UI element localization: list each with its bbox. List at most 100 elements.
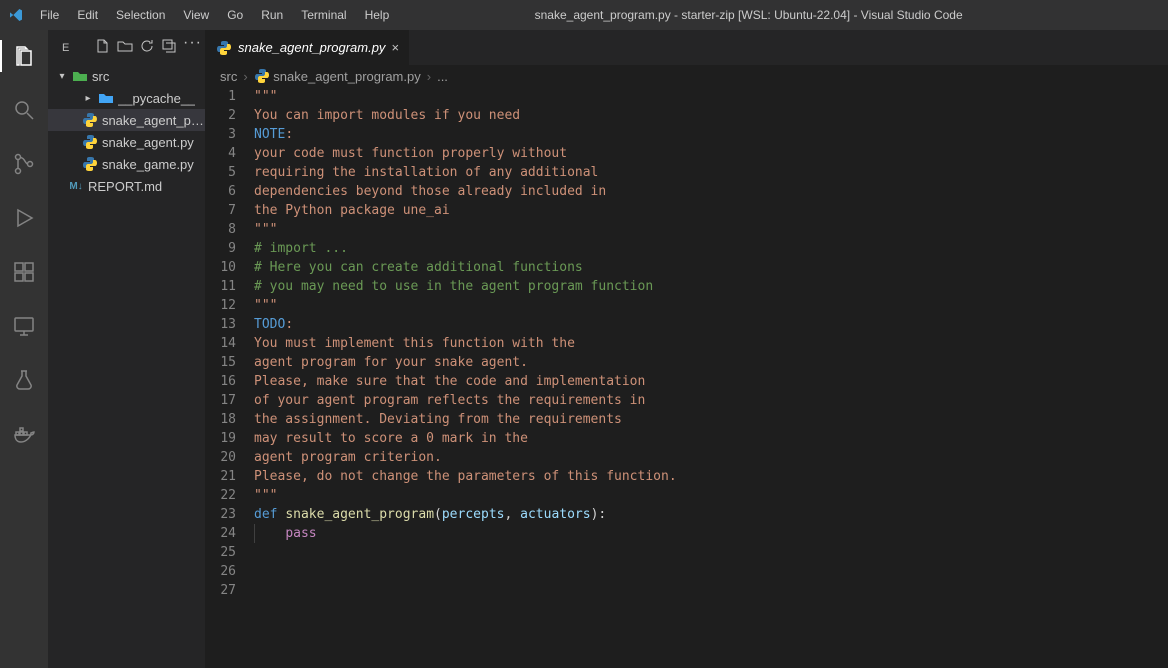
code-line[interactable]: """ [254, 486, 1168, 505]
menu-run[interactable]: Run [253, 4, 291, 26]
code-line[interactable]: Please, make sure that the code and impl… [254, 372, 1168, 391]
menu-view[interactable]: View [175, 4, 217, 26]
code-line[interactable]: the assignment. Deviating from the requi… [254, 410, 1168, 429]
code-line[interactable]: pass [254, 524, 1168, 543]
code-line[interactable]: agent program for your snake agent. [254, 353, 1168, 372]
title-bar: FileEditSelectionViewGoRunTerminalHelp s… [0, 0, 1168, 30]
explorer-sidebar: E ··· ▾ src ▸ __pycache__ snake_agent_pr..… [48, 30, 206, 668]
testing-icon[interactable] [0, 360, 48, 400]
line-number: 14 [206, 334, 236, 353]
menu-terminal[interactable]: Terminal [293, 4, 354, 26]
menu-file[interactable]: File [32, 4, 67, 26]
scm-icon[interactable] [0, 144, 48, 184]
code-line[interactable]: """ [254, 220, 1168, 239]
line-number: 27 [206, 581, 236, 600]
code-line[interactable]: your code must function properly without [254, 144, 1168, 163]
line-number: 1 [206, 87, 236, 106]
tree-file[interactable]: M↓REPORT.md [48, 175, 205, 197]
code-line[interactable]: def snake_agent_program(percepts, actuat… [254, 505, 1168, 524]
tab-label: snake_agent_program.py [238, 40, 385, 55]
close-icon[interactable]: × [391, 40, 399, 55]
activity-bar [0, 30, 48, 668]
search-icon[interactable] [0, 90, 48, 130]
line-number: 9 [206, 239, 236, 258]
breadcrumbs[interactable]: src› snake_agent_program.py›... [206, 65, 1168, 87]
menu-go[interactable]: Go [219, 4, 251, 26]
docker-icon[interactable] [0, 414, 48, 454]
code-line[interactable]: # import ... [254, 239, 1168, 258]
tree-folder-root[interactable]: ▾ src [48, 65, 205, 87]
explorer-icon[interactable] [0, 36, 48, 76]
line-number: 26 [206, 562, 236, 581]
refresh-icon[interactable] [139, 38, 155, 57]
chevron-right-icon: › [243, 69, 247, 84]
line-number: 24 [206, 524, 236, 543]
editor-tab[interactable]: snake_agent_program.py × [206, 30, 410, 65]
line-number: 25 [206, 543, 236, 562]
line-number: 13 [206, 315, 236, 334]
line-number: 21 [206, 467, 236, 486]
line-number: 2 [206, 106, 236, 125]
line-number: 7 [206, 201, 236, 220]
run-icon[interactable] [0, 198, 48, 238]
tree-file[interactable]: snake_game.py [48, 153, 205, 175]
extensions-icon[interactable] [0, 252, 48, 292]
code-line[interactable]: """ [254, 296, 1168, 315]
python-file-icon [216, 40, 232, 56]
collapse-icon[interactable] [161, 38, 177, 57]
window-title: snake_agent_program.py - starter-zip [WS… [397, 8, 1160, 22]
line-number: 22 [206, 486, 236, 505]
code-line[interactable]: Please, do not change the parameters of … [254, 467, 1168, 486]
code-line[interactable]: # Here you can create additional functio… [254, 258, 1168, 277]
menu-edit[interactable]: Edit [69, 4, 106, 26]
menu-help[interactable]: Help [357, 4, 398, 26]
tree-label: src [92, 69, 109, 84]
line-number: 11 [206, 277, 236, 296]
code-line[interactable]: """ [254, 87, 1168, 106]
new-file-icon[interactable] [95, 38, 111, 57]
tree-file[interactable]: snake_agent_pr... [48, 109, 205, 131]
tree-label: snake_agent.py [102, 135, 194, 150]
line-number: 5 [206, 163, 236, 182]
breadcrumb-segment[interactable]: snake_agent_program.py [254, 68, 421, 84]
remote-explorer-icon[interactable] [0, 306, 48, 346]
tree-label: __pycache__ [118, 91, 195, 106]
code-editor[interactable]: 1234567891011121314151617181920212223242… [206, 87, 1168, 668]
code-line[interactable]: # you may need to use in the agent progr… [254, 277, 1168, 296]
explorer-title: E [62, 42, 70, 54]
code-content[interactable]: """You can import modules if you needNOT… [254, 87, 1168, 668]
line-number: 12 [206, 296, 236, 315]
menu-selection[interactable]: Selection [108, 4, 173, 26]
breadcrumb-segment[interactable]: ... [437, 69, 448, 84]
python-file-icon [82, 156, 98, 172]
line-number: 19 [206, 429, 236, 448]
tree-folder[interactable]: ▸ __pycache__ [48, 87, 205, 109]
code-line[interactable]: TODO: [254, 315, 1168, 334]
folder-icon [98, 90, 114, 106]
line-number: 16 [206, 372, 236, 391]
code-line[interactable]: You can import modules if you need [254, 106, 1168, 125]
line-number: 23 [206, 505, 236, 524]
line-number: 17 [206, 391, 236, 410]
chevron-down-icon: ▾ [56, 71, 68, 82]
line-number: 3 [206, 125, 236, 144]
breadcrumb-segment[interactable]: src [220, 69, 237, 84]
tree-file[interactable]: snake_agent.py [48, 131, 205, 153]
line-number: 20 [206, 448, 236, 467]
new-folder-icon[interactable] [117, 38, 133, 57]
code-line[interactable]: NOTE: [254, 125, 1168, 144]
code-line[interactable]: You must implement this function with th… [254, 334, 1168, 353]
line-number-gutter: 1234567891011121314151617181920212223242… [206, 87, 254, 668]
code-line[interactable]: may result to score a 0 mark in the [254, 429, 1168, 448]
more-actions-icon[interactable]: ··· [183, 38, 199, 54]
python-file-icon [82, 112, 98, 128]
chevron-right-icon: ▸ [82, 93, 94, 104]
code-line[interactable]: agent program criterion. [254, 448, 1168, 467]
code-line[interactable]: dependencies beyond those already includ… [254, 182, 1168, 201]
code-line[interactable]: the Python package une_ai [254, 201, 1168, 220]
code-line[interactable]: of your agent program reflects the requi… [254, 391, 1168, 410]
code-line[interactable]: requiring the installation of any additi… [254, 163, 1168, 182]
line-number: 18 [206, 410, 236, 429]
tree-label: snake_game.py [102, 157, 194, 172]
folder-open-icon [72, 68, 88, 84]
